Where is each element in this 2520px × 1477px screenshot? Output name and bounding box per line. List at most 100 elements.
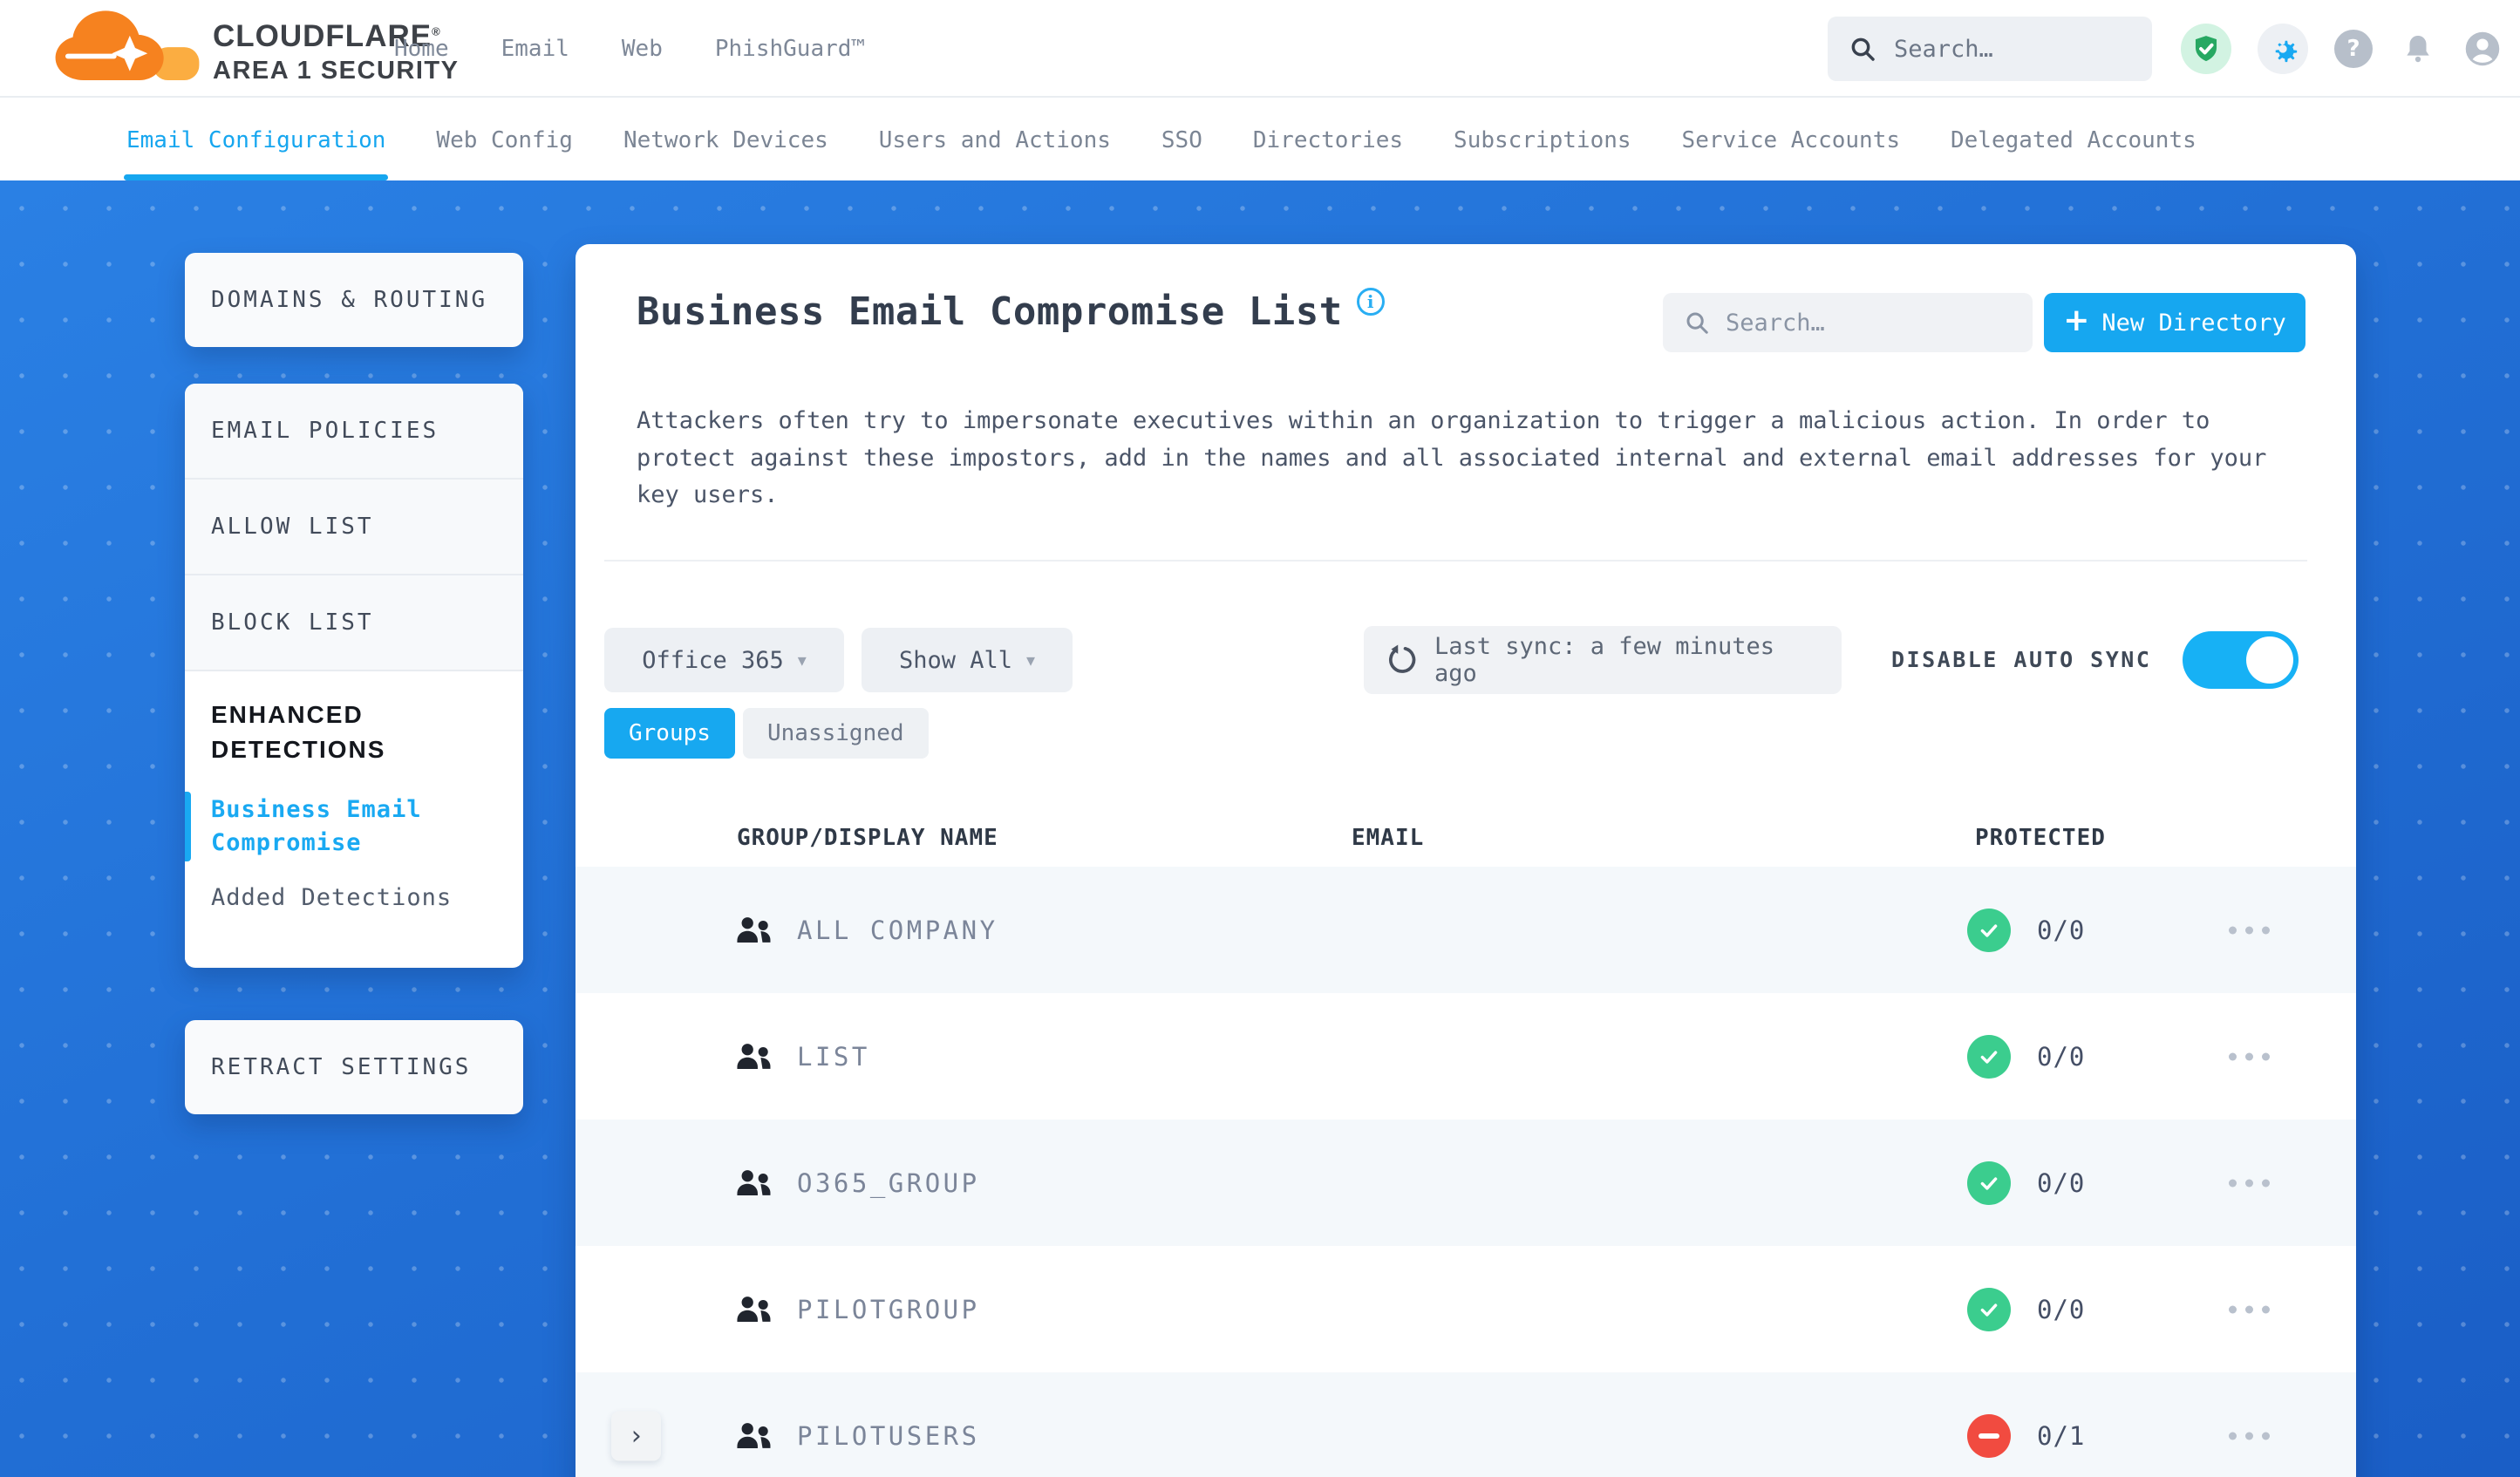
nav-email[interactable]: Email: [501, 36, 569, 62]
protected-status-ok-icon: [1967, 1034, 2011, 1079]
row-actions-button[interactable]: [2229, 1432, 2270, 1440]
divider: [604, 560, 2307, 562]
sidebar-section-enhanced-detections: ENHANCED DETECTIONS Business Email Compr…: [185, 671, 523, 966]
chevron-down-icon: ▾: [1026, 650, 1036, 670]
title-row: Business Email Compromise List i: [637, 288, 1385, 334]
row-actions-button[interactable]: [2229, 1305, 2270, 1313]
tab-sso[interactable]: SSO: [1161, 99, 1202, 180]
table-row[interactable]: PILOTGROUP 0/0: [576, 1246, 2356, 1372]
sidebar-item-retract-settings[interactable]: RETRACT SETTINGS: [185, 1020, 523, 1114]
nav-home[interactable]: Home: [394, 36, 449, 62]
gear-icon: [2275, 40, 2298, 63]
list-search[interactable]: [1663, 293, 2033, 352]
toggle-knob: [2246, 636, 2293, 684]
tab-directories[interactable]: Directories: [1253, 99, 1403, 180]
protected-status-blocked-icon: [1967, 1413, 2011, 1458]
sidebar-item-enhanced-detections[interactable]: ENHANCED DETECTIONS: [211, 698, 497, 767]
row-actions-button[interactable]: [2229, 1179, 2270, 1187]
row-actions-button[interactable]: [2229, 1052, 2270, 1060]
nav-web[interactable]: Web: [622, 36, 663, 62]
area1-security-app: CLOUDFLARE® AREA 1 SECURITY Home Email W…: [0, 0, 2520, 1477]
tab-service-accounts[interactable]: Service Accounts: [1682, 99, 1900, 180]
page-title: Business Email Compromise List: [637, 289, 1343, 334]
sidebar-item-email-policies[interactable]: EMAIL POLICIES: [185, 384, 523, 480]
group-name: O365_GROUP: [797, 1167, 980, 1198]
table-row[interactable]: O365_GROUP 0/0: [576, 1120, 2356, 1246]
nav-phishguard[interactable]: PhishGuard™: [715, 36, 865, 62]
protected-count: 0/0: [2037, 1167, 2086, 1198]
sidebar-item-domains-routing[interactable]: DOMAINS & ROUTING: [185, 253, 523, 347]
last-sync-button[interactable]: Last sync: a few minutes ago: [1364, 626, 1842, 694]
protected-status-ok-icon: [1967, 1287, 2011, 1331]
cloudflare-logo-icon[interactable]: [49, 5, 206, 92]
sidebar-item-added-detections[interactable]: Added Detections: [211, 884, 497, 911]
table-row[interactable]: › PILOTUSERS 0/1: [576, 1372, 2356, 1477]
list-search-input[interactable]: [1726, 309, 1987, 337]
new-directory-button[interactable]: + New Directory: [2044, 293, 2305, 352]
show-filter-dropdown[interactable]: Show All ▾: [862, 628, 1073, 692]
search-icon: [1851, 37, 1875, 61]
group-icon: [737, 1422, 771, 1448]
pill-unassigned[interactable]: Unassigned: [743, 708, 929, 759]
global-search-input[interactable]: [1894, 35, 2121, 63]
global-search[interactable]: [1828, 17, 2152, 81]
page-description: Attackers often try to impersonate execu…: [637, 407, 2267, 508]
tab-web-config[interactable]: Web Config: [436, 99, 573, 180]
account-button[interactable]: [2463, 30, 2502, 68]
bell-icon: [2407, 35, 2429, 63]
header-icons: ?: [2181, 0, 2502, 98]
user-avatar-icon: [2465, 31, 2500, 66]
auto-sync-toggle[interactable]: [2183, 631, 2299, 689]
table-row[interactable]: ALL COMPANY 0/0: [576, 867, 2356, 993]
search-icon: [1686, 312, 1708, 334]
group-icon: [737, 916, 771, 943]
app-header: CLOUDFLARE® AREA 1 SECURITY Home Email W…: [0, 0, 2520, 98]
bec-list-panel: Business Email Compromise List i + New D…: [576, 244, 2356, 1477]
tab-network-devices[interactable]: Network Devices: [623, 99, 828, 180]
sidebar-card-domains-routing: DOMAINS & ROUTING: [185, 253, 523, 347]
group-icon: [737, 1296, 771, 1322]
protected-count: 0/0: [2037, 1294, 2086, 1324]
protected-count: 0/0: [2037, 1041, 2086, 1072]
group-icon: [737, 1043, 771, 1069]
info-icon[interactable]: i: [1356, 288, 1385, 316]
sidebar-card-retract-settings: RETRACT SETTINGS: [185, 1020, 523, 1114]
tab-users-and-actions[interactable]: Users and Actions: [879, 99, 1111, 180]
table-header: GROUP/DISPLAY NAME EMAIL PROTECTED: [576, 813, 2356, 867]
protection-status-icon[interactable]: [2181, 24, 2231, 74]
top-nav: Home Email Web PhishGuard™: [394, 0, 865, 98]
col-protected: PROTECTED: [1975, 825, 2106, 851]
group-icon: [737, 1169, 771, 1195]
sidebar-item-business-email-compromise[interactable]: Business Email Compromise: [185, 792, 497, 861]
chevron-down-icon: ▾: [797, 650, 807, 670]
shield-check-icon: [2195, 36, 2217, 62]
group-name: PILOTUSERS: [797, 1420, 980, 1451]
notifications-button[interactable]: [2399, 30, 2437, 68]
plus-icon: +: [2063, 303, 2090, 338]
sidebar-item-allow-list[interactable]: ALLOW LIST: [185, 480, 523, 575]
directory-dropdown[interactable]: Office 365 ▾: [604, 628, 844, 692]
settings-button[interactable]: [2258, 24, 2308, 74]
content-canvas: DOMAINS & ROUTING EMAIL POLICIES ALLOW L…: [0, 180, 2520, 1477]
protected-count: 0/0: [2037, 915, 2086, 945]
protected-count: 0/1: [2037, 1420, 2086, 1451]
config-tabs: Email Configuration Web Config Network D…: [0, 99, 2520, 180]
pill-groups[interactable]: Groups: [604, 708, 735, 759]
help-icon[interactable]: ?: [2334, 30, 2373, 68]
protected-status-ok-icon: [1967, 908, 2011, 952]
row-actions-button[interactable]: [2229, 926, 2270, 934]
col-email: EMAIL: [1352, 825, 1425, 851]
disable-auto-sync-label: DISABLE AUTO SYNC: [1891, 647, 2152, 672]
table-row[interactable]: LIST 0/0: [576, 993, 2356, 1120]
col-group-display-name: GROUP/DISPLAY NAME: [737, 825, 998, 851]
protected-status-ok-icon: [1967, 1160, 2011, 1205]
group-name: ALL COMPANY: [797, 915, 998, 945]
group-table: ALL COMPANY 0/0 LIST 0/0 O365_GROUP 0/0 …: [576, 867, 2356, 1477]
expand-row-button[interactable]: ›: [611, 1411, 661, 1460]
tab-subscriptions[interactable]: Subscriptions: [1454, 99, 1631, 180]
tab-delegated-accounts[interactable]: Delegated Accounts: [1951, 99, 2196, 180]
tab-email-configuration[interactable]: Email Configuration: [123, 99, 389, 180]
group-name: LIST: [797, 1041, 870, 1072]
sidebar-card-email-policies: EMAIL POLICIES ALLOW LIST BLOCK LIST ENH…: [185, 384, 523, 968]
sidebar-item-block-list[interactable]: BLOCK LIST: [185, 575, 523, 671]
